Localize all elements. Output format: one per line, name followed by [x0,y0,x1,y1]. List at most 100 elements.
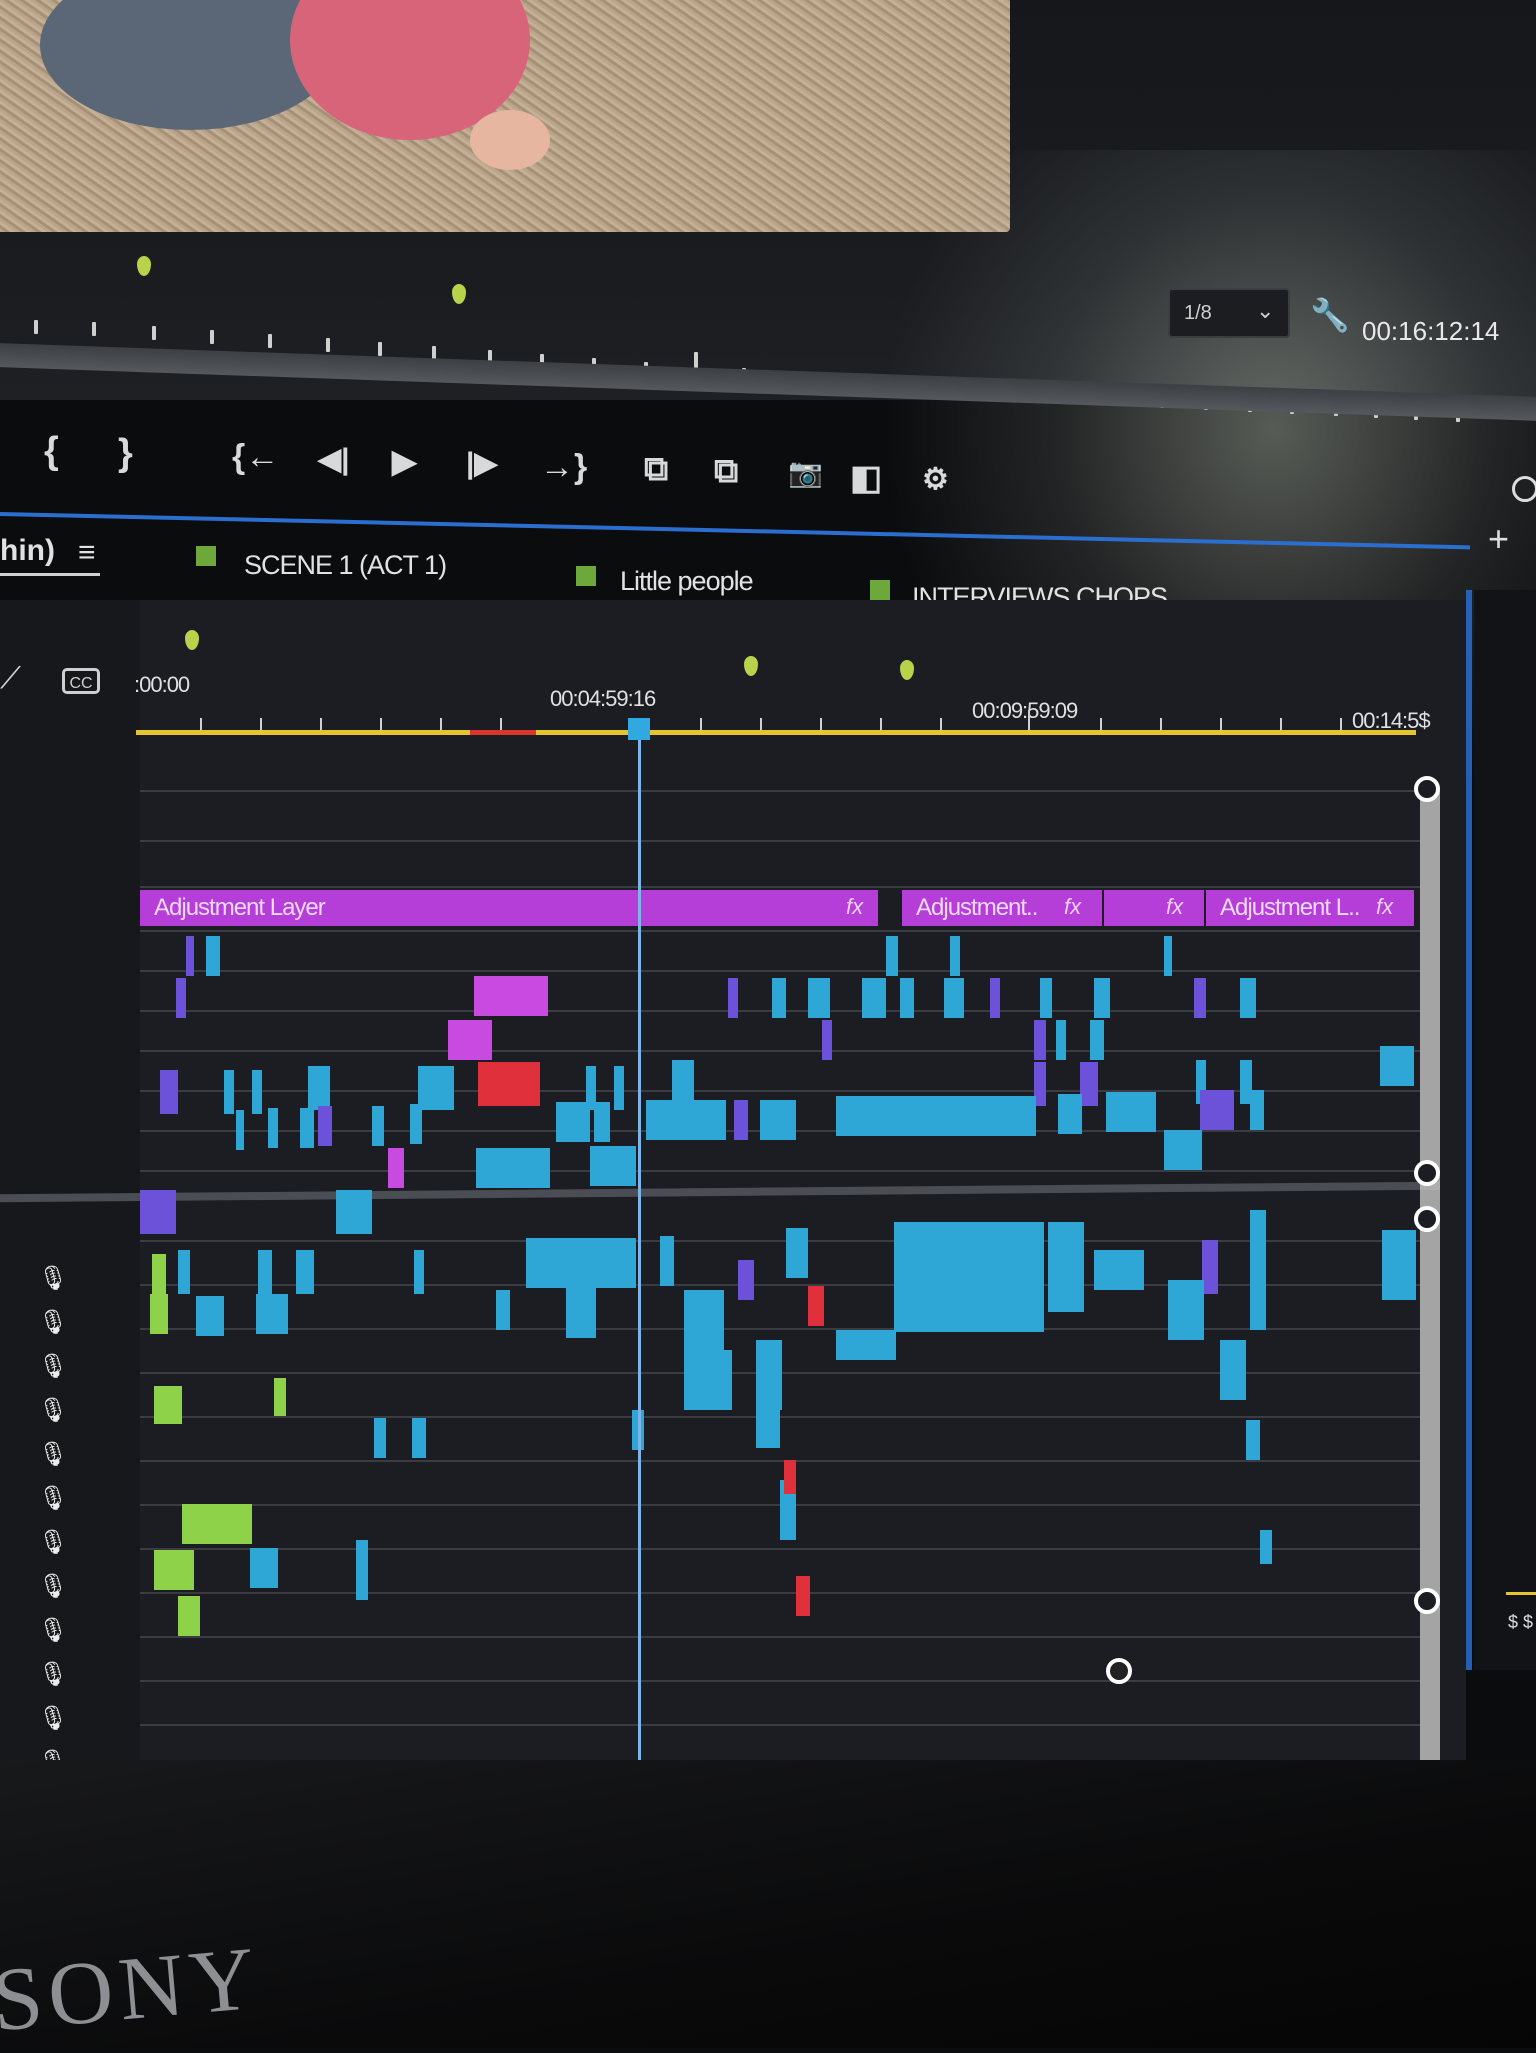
audio-clip[interactable] [178,1250,190,1294]
adjustment-layer-clip[interactable]: Adjustment Layer [140,890,878,926]
playback-resolution-select[interactable]: 1/8 ⌄ [1168,288,1290,338]
video-clip[interactable] [900,978,914,1018]
video-clip[interactable] [1056,1020,1066,1060]
audio-clip[interactable] [196,1296,224,1336]
adjustment-layer-clip[interactable] [1104,890,1204,926]
audio-clip[interactable] [414,1250,424,1294]
video-clip[interactable] [388,1148,404,1188]
video-clip[interactable] [300,1108,314,1148]
video-clip[interactable] [646,1100,682,1140]
audio-clip[interactable] [786,1228,808,1278]
video-clip[interactable] [682,1100,726,1140]
panel-divider[interactable] [1466,590,1472,1670]
video-clip[interactable] [786,1100,796,1140]
settings-icon[interactable]: ⚙ [922,462,949,497]
play-button[interactable]: ▶ [392,442,417,480]
video-clip[interactable] [1240,978,1256,1018]
go-to-in-button[interactable]: {← [232,438,279,477]
mic-icon[interactable]: 🎙 [38,1528,68,1558]
audio-clip[interactable] [684,1290,724,1350]
audio-clip[interactable] [250,1548,278,1588]
marker-icon[interactable] [452,284,466,304]
video-clip[interactable] [478,1062,540,1106]
audio-clip[interactable] [566,1288,596,1338]
video-clip[interactable] [1058,1094,1082,1134]
video-clip[interactable] [476,1148,550,1188]
wrench-icon[interactable]: 🔧 [1310,296,1350,334]
audio-clip[interactable] [756,1340,782,1410]
video-clip[interactable] [372,1106,384,1146]
video-clip[interactable] [1164,936,1172,976]
audio-clip[interactable] [660,1236,674,1286]
mark-out-button[interactable]: } [118,432,133,475]
audio-clip[interactable] [1260,1530,1272,1564]
audio-clip[interactable] [1246,1420,1260,1460]
vertical-scrollbar[interactable] [1420,780,1440,1850]
video-clip[interactable] [1194,978,1206,1018]
scroll-handle[interactable] [1414,1588,1440,1614]
marker-icon[interactable] [185,630,199,650]
timeline-panel[interactable]: ⟋ CC :00:00 00:04:59:16 00:09:59:09 00:1… [0,600,1466,1891]
video-clip[interactable] [950,936,960,976]
audio-clip[interactable] [182,1504,252,1544]
razor-tool-icon[interactable]: ⟋ [0,662,21,696]
mic-icon[interactable]: 🎙 [38,1572,68,1602]
video-clip[interactable] [448,1020,492,1060]
video-clip[interactable] [808,978,830,1018]
audio-clip[interactable] [274,1378,286,1416]
video-clip[interactable] [1040,978,1052,1018]
tab-little-people[interactable]: Little people [620,566,754,597]
comparison-view-button[interactable]: ◧ [850,458,882,498]
monitor-zoom-handle[interactable] [1512,476,1536,502]
audio-clip[interactable] [808,1286,824,1326]
mic-icon[interactable]: 🎙 [38,1484,68,1514]
audio-clip[interactable] [684,1350,732,1410]
video-clip[interactable] [1200,1090,1234,1130]
video-clip[interactable] [336,1190,372,1234]
video-clip[interactable] [728,978,738,1018]
audio-clip[interactable] [152,1254,166,1296]
video-clip[interactable] [590,1146,636,1186]
video-clip[interactable] [1080,1062,1098,1106]
audio-clip[interactable] [296,1250,314,1294]
audio-clip[interactable] [894,1222,1044,1332]
video-clip[interactable] [308,1066,330,1110]
playhead-line[interactable] [638,718,641,1818]
audio-clip[interactable] [1168,1280,1204,1340]
video-clip[interactable] [594,1102,610,1142]
audio-clip[interactable] [178,1596,200,1636]
video-clip[interactable] [1106,1092,1156,1132]
audio-clip[interactable] [1220,1340,1246,1400]
mic-icon[interactable]: 🎙 [38,1352,68,1382]
video-clip[interactable] [268,1108,278,1148]
marker-icon[interactable] [744,656,758,676]
audio-clip[interactable] [258,1250,272,1294]
scroll-handle[interactable] [1414,1206,1440,1232]
audio-clip[interactable] [1250,1210,1266,1330]
video-clip[interactable] [176,978,186,1018]
video-clip[interactable] [862,978,886,1018]
video-clip[interactable] [224,1070,234,1114]
audio-clip[interactable] [738,1260,754,1300]
audio-clip[interactable] [756,1408,780,1448]
mic-icon[interactable]: 🎙 [38,1660,68,1690]
scroll-handle[interactable] [1414,776,1440,802]
audio-clip[interactable] [836,1330,896,1360]
audio-clip[interactable] [154,1386,182,1424]
marker-icon[interactable] [900,660,914,680]
insert-button[interactable]: ⧉ [644,450,668,489]
mic-icon[interactable]: 🎙 [38,1396,68,1426]
audio-clip[interactable] [374,1418,386,1458]
mark-in-button[interactable]: { [44,430,59,473]
horizontal-scroll-handle[interactable] [1106,1658,1132,1684]
audio-clip[interactable] [796,1576,810,1616]
video-clip[interactable] [734,1100,748,1140]
scroll-handle[interactable] [1414,1160,1440,1186]
video-clip[interactable] [206,936,220,976]
mic-icon[interactable]: 🎙 [38,1616,68,1646]
tab-scene-1[interactable]: SCENE 1 (ACT 1) [244,550,447,581]
video-clip[interactable] [1164,1130,1202,1170]
video-clip[interactable] [1380,1046,1414,1086]
video-clip[interactable] [410,1104,422,1144]
step-forward-button[interactable]: |▶ [466,446,497,481]
